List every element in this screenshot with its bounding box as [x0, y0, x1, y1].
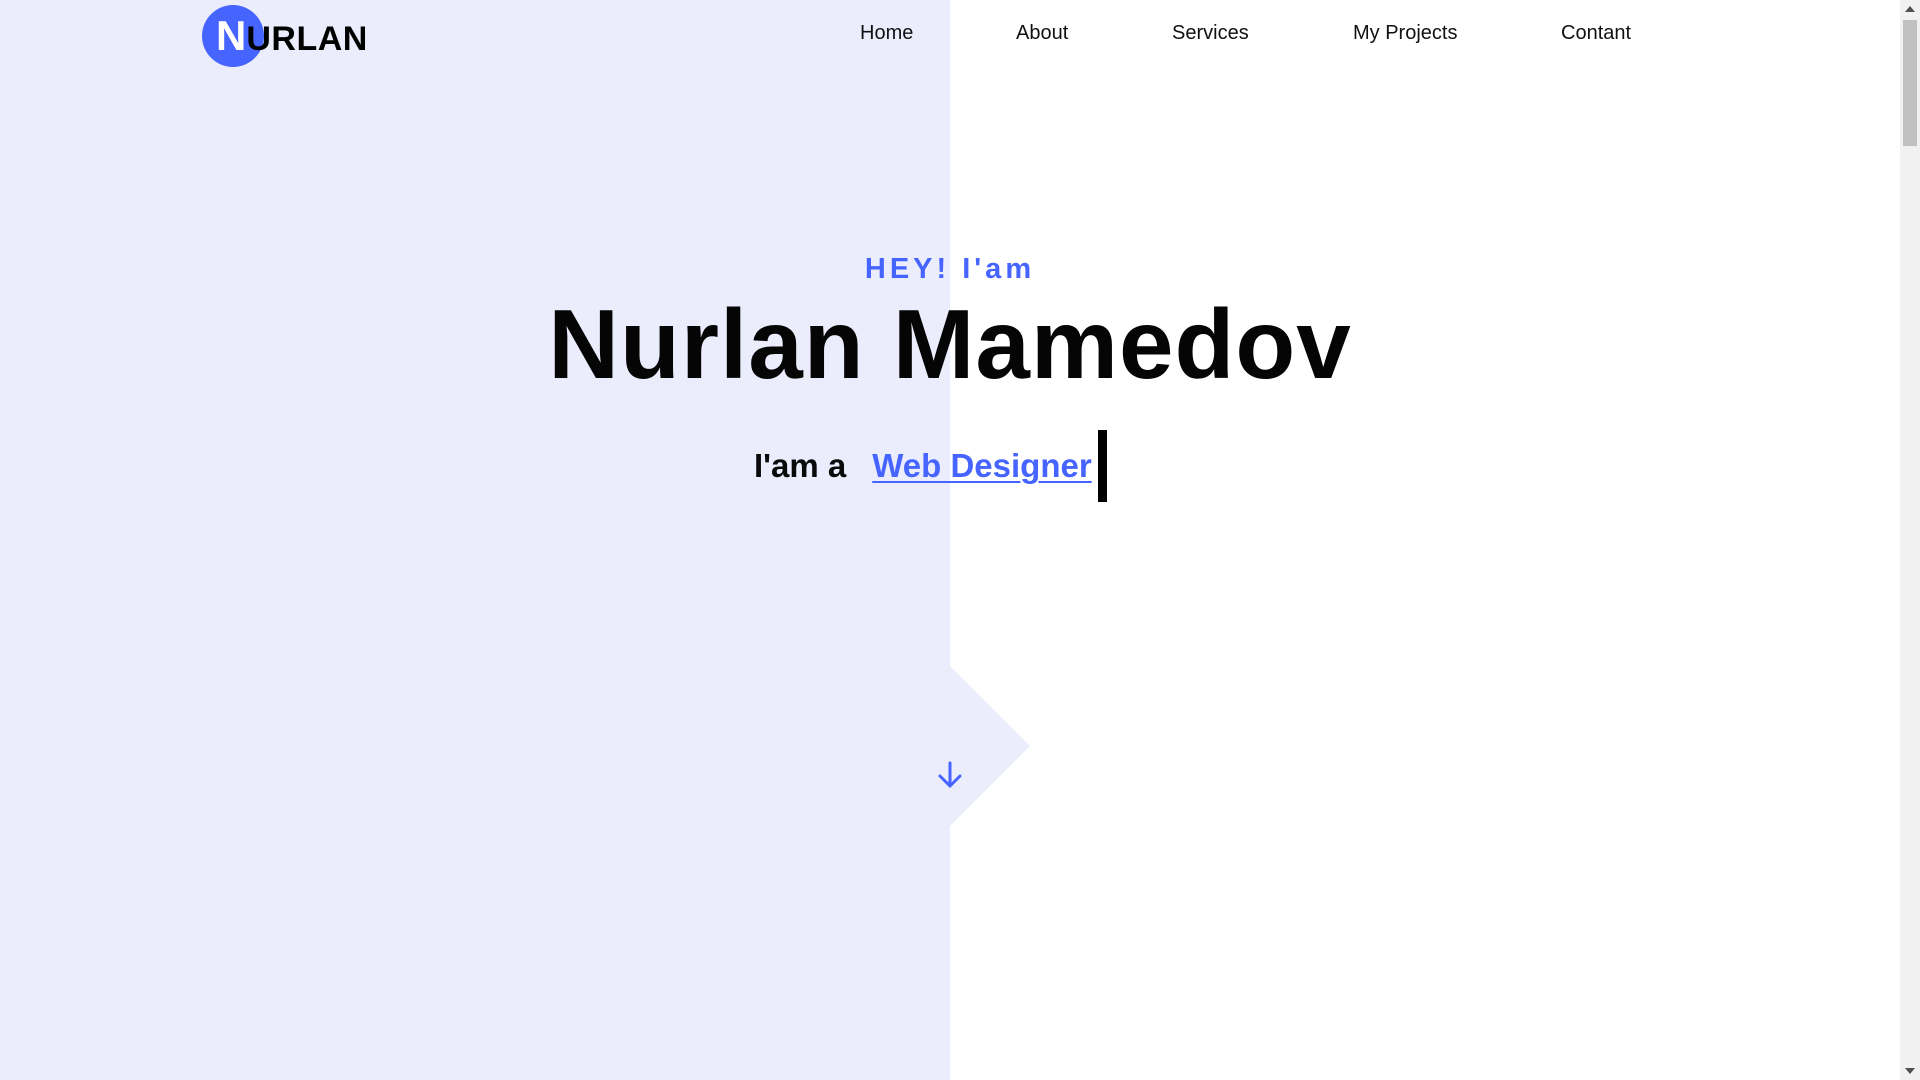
brand-logo[interactable]: NURLAN: [202, 5, 368, 67]
scroll-up-arrow-icon[interactable]: [1905, 6, 1915, 12]
role-prefix: I'am a: [754, 447, 847, 484]
hero-left-panel: [0, 0, 950, 1080]
logo-text: NURLAN: [202, 12, 368, 60]
nav-about[interactable]: About: [1016, 22, 1068, 45]
logo-rest: URLAN: [246, 20, 368, 58]
hero-panel-notch: [950, 666, 1030, 826]
hero-name: Nurlan Mamedov: [548, 289, 1352, 399]
arrow-down-icon[interactable]: [936, 760, 964, 790]
hero-role: I'am a Web Designer: [754, 430, 1107, 502]
scrollbar-thumb[interactable]: [1903, 20, 1917, 146]
hero-kicker: HEY! I'am: [864, 253, 1036, 285]
nav-contact[interactable]: Contant: [1561, 22, 1631, 45]
role-value-link[interactable]: Web Designer: [872, 447, 1091, 485]
nav-my-projects[interactable]: My Projects: [1353, 22, 1457, 45]
logo-initial: N: [216, 12, 247, 59]
scrollbar[interactable]: [1900, 0, 1920, 1080]
scroll-down-arrow-icon[interactable]: [1905, 1068, 1915, 1074]
typing-caret: [1097, 430, 1107, 502]
page: NURLAN Home About Services My Projects C…: [0, 0, 1920, 1080]
nav-services[interactable]: Services: [1172, 22, 1249, 45]
nav-home[interactable]: Home: [860, 22, 913, 45]
